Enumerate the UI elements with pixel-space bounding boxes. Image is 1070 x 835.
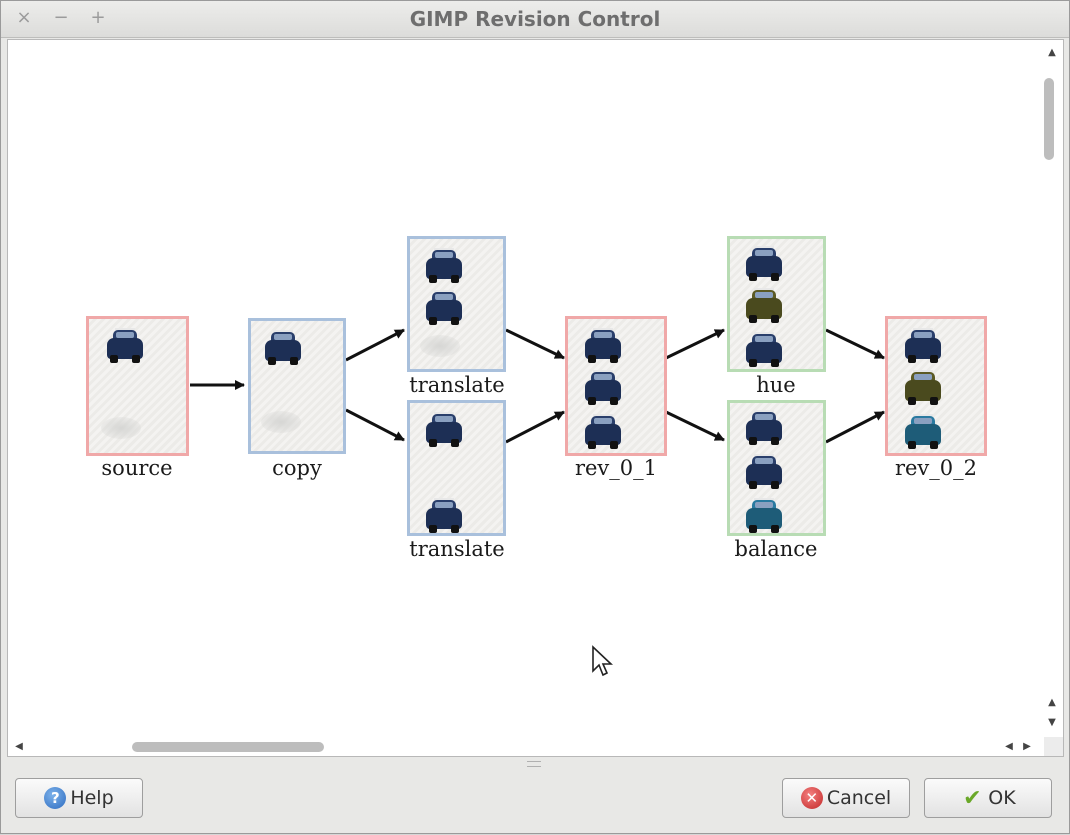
edge-hue-rev02 xyxy=(825,328,885,360)
edge-copy-translate2 xyxy=(345,408,405,442)
edge-copy-translate1 xyxy=(345,328,405,362)
ok-button-label: OK xyxy=(988,787,1016,809)
ok-button[interactable]: ✔ OK xyxy=(924,778,1052,818)
car-thumbnail xyxy=(746,332,782,367)
help-icon: ? xyxy=(44,787,67,809)
node-label-hue: hue xyxy=(756,373,796,397)
car-thumbnail xyxy=(746,498,782,533)
window-title: GIMP Revision Control xyxy=(409,7,661,31)
scroll-left-arrow-icon[interactable]: ◀ xyxy=(1002,740,1016,754)
node-label-source: source xyxy=(101,456,173,480)
node-label-translate-1: translate xyxy=(409,373,505,397)
car-thumbnail xyxy=(426,290,462,325)
node-copy[interactable] xyxy=(248,318,346,454)
edge-rev01-balance xyxy=(665,410,725,442)
scroll-corner xyxy=(1044,737,1063,756)
revision-control-dialog: × − + GIMP Revision Control source copy … xyxy=(0,0,1070,834)
car-thumbnail xyxy=(426,412,462,447)
revision-graph-canvas[interactable]: source copy translate translate rev_0_1 xyxy=(7,39,1064,757)
edge-translate2-rev01 xyxy=(505,410,565,444)
cancel-button-label: Cancel xyxy=(826,787,892,809)
node-label-translate-2: translate xyxy=(409,537,505,561)
car-thumbnail xyxy=(746,288,782,323)
node-label-rev-0-1: rev_0_1 xyxy=(574,456,658,480)
scroll-left-arrow-icon[interactable]: ◀ xyxy=(12,740,26,754)
help-button-label: Help xyxy=(70,787,114,809)
car-thumbnail xyxy=(746,410,782,445)
scroll-up-arrow-icon[interactable]: ▲ xyxy=(1045,696,1059,710)
car-thumbnail xyxy=(585,328,621,363)
car-thumbnail xyxy=(905,414,941,449)
dialog-button-bar: ? Help ✕ Cancel ✔ OK xyxy=(1,759,1069,835)
vertical-scrollbar-thumb[interactable] xyxy=(1044,78,1054,160)
node-label-rev-0-2: rev_0_2 xyxy=(894,456,978,480)
car-thumbnail xyxy=(426,498,462,533)
car-thumbnail xyxy=(585,414,621,449)
node-label-balance: balance xyxy=(734,537,818,561)
titlebar: × − + GIMP Revision Control xyxy=(1,1,1069,38)
car-thumbnail xyxy=(905,370,941,405)
car-thumbnail xyxy=(585,370,621,405)
checkmark-icon: ✔ xyxy=(963,785,982,811)
edge-translate1-rev01 xyxy=(505,328,565,360)
node-hue[interactable] xyxy=(727,236,826,372)
car-thumbnail xyxy=(905,328,941,363)
car-thumbnail xyxy=(426,248,462,283)
scroll-down-arrow-icon[interactable]: ▼ xyxy=(1045,716,1059,730)
car-thumbnail xyxy=(746,246,782,281)
car-thumbnail xyxy=(746,454,782,489)
car-thumbnail xyxy=(107,328,143,363)
node-source[interactable] xyxy=(86,316,189,456)
car-thumbnail xyxy=(265,330,301,365)
cancel-icon: ✕ xyxy=(800,787,823,809)
scroll-right-arrow-icon[interactable]: ▶ xyxy=(1020,740,1034,754)
edge-balance-rev02 xyxy=(825,410,885,444)
mouse-pointer-icon xyxy=(592,645,613,677)
node-balance[interactable] xyxy=(727,400,826,536)
node-rev-0-2[interactable] xyxy=(885,316,987,456)
scroll-up-arrow-icon[interactable]: ▲ xyxy=(1045,46,1059,60)
horizontal-scrollbar-thumb[interactable] xyxy=(132,742,324,752)
node-rev-0-1[interactable] xyxy=(565,316,667,456)
edge-rev01-hue xyxy=(665,328,725,360)
help-button[interactable]: ? Help xyxy=(15,778,143,818)
cancel-button[interactable]: ✕ Cancel xyxy=(782,778,910,818)
node-label-copy: copy xyxy=(272,456,322,480)
node-translate-2[interactable] xyxy=(407,400,506,536)
node-translate-1[interactable] xyxy=(407,236,506,372)
